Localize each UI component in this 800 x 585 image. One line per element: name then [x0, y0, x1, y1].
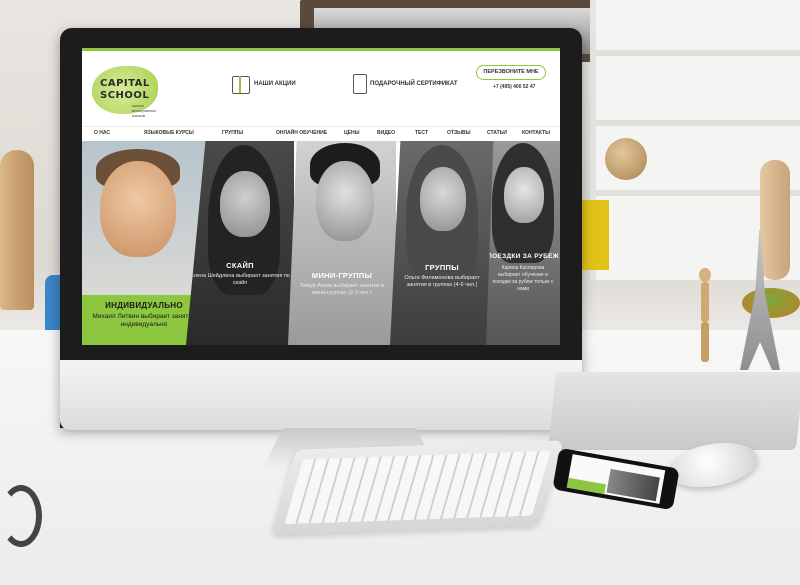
nav-item-articles[interactable]: СТАТЬИ: [487, 130, 507, 136]
panel-abroad[interactable]: ПОЕЗДКИ ЗА РУБЕЖ Карина Каспарова выбира…: [486, 141, 560, 345]
site-logo[interactable]: CAPITAL SCHOOL школа иностранных языков: [92, 66, 158, 118]
panel-title: СКАЙП: [226, 261, 254, 270]
mannequin-head: [699, 268, 711, 282]
panel-description: Карина Каспарова выбирает обучение и пое…: [492, 265, 554, 292]
panel-mini-groups[interactable]: МИНИ-ГРУППЫ Тимур Агеев выбирает занятия…: [288, 141, 396, 345]
keyboard: [271, 440, 564, 535]
logo-line1: CAPITAL: [100, 78, 150, 89]
floor-vase: [0, 150, 34, 310]
fruit-plate: [742, 288, 800, 318]
nav-item-contacts[interactable]: КОНТАКТЫ: [522, 130, 550, 136]
panel-individual[interactable]: ИНДИВИДУАЛЬНО Михаил Литвин выбирает зан…: [82, 141, 206, 345]
gift-icon: [232, 76, 250, 94]
panel-groups[interactable]: ГРУППЫ Ольга Филимонова выбирает занятия…: [390, 141, 494, 345]
panel-title: ПОЕЗДКИ ЗА РУБЕЖ: [487, 253, 559, 260]
panel-description: Михаил Литвин выбирает занятия индивидуа…: [92, 313, 196, 328]
nav-item-reviews[interactable]: ОТЗЫВЫ: [447, 130, 470, 136]
callback-button[interactable]: ПЕРЕЗВОНИТЕ МНЕ: [476, 65, 546, 80]
certificate-link[interactable]: ПОДАРОЧНЫЙ СЕРТИФИКАТ: [370, 81, 458, 87]
person-face: [420, 167, 466, 231]
mannequin-body: [701, 282, 709, 322]
mannequin-leg: [701, 322, 709, 362]
wooden-ornament: [605, 138, 647, 180]
wooden-mannequin: [690, 268, 720, 364]
nav-item-test[interactable]: ТЕСТ: [415, 130, 428, 136]
phone-number[interactable]: +7 (495) 400 52 47: [493, 84, 535, 90]
panel-title: ИНДИВИДУАЛЬНО: [105, 301, 183, 310]
phone-photo: [606, 468, 660, 502]
certificate-icon: [353, 74, 367, 94]
keyboard-keys: [284, 450, 551, 525]
nav-item-prices[interactable]: ЦЕНЫ: [344, 130, 360, 136]
promo-link[interactable]: НАШИ АКЦИИ: [254, 81, 296, 87]
bookcase-shelf: [596, 50, 800, 56]
header-accent-line: [82, 48, 560, 51]
floor-vase-right: [760, 160, 790, 280]
nav-item-video[interactable]: ВИДЕО: [377, 130, 395, 136]
panel-description: Ольга Филимонова выбирает занятия в груп…: [404, 275, 480, 288]
panel-title: МИНИ-ГРУППЫ: [311, 271, 373, 280]
nav-item-groups[interactable]: ГРУППЫ: [222, 130, 243, 136]
logo-line2: SCHOOL: [100, 90, 150, 101]
person-face: [100, 161, 176, 257]
bookcase-shelf: [596, 120, 800, 126]
hero-panels: ИНДИВИДУАЛЬНО Михаил Литвин выбирает зан…: [82, 141, 560, 345]
nav-item-about[interactable]: О НАС: [94, 130, 110, 136]
person-face: [220, 171, 270, 237]
nav-item-courses[interactable]: ЯЗЫКОВЫЕ КУРСЫ: [144, 130, 194, 136]
panel-description: Тимур Агеев выбирает занятия в мини-груп…: [299, 283, 385, 296]
monitor-chin: [60, 360, 582, 430]
cable-coil: [0, 485, 42, 547]
panel-description: Елена Шейдлина выбирает занятия по скайп: [190, 273, 290, 286]
person-face: [316, 161, 374, 241]
phone-green-card: [566, 477, 606, 495]
logo-tagline: школа иностранных языков: [132, 103, 157, 118]
main-nav: О НАС ЯЗЫКОВЫЕ КУРСЫ ГРУППЫ ОНЛАЙН ОБУЧЕ…: [82, 126, 560, 142]
site-header: CAPITAL SCHOOL школа иностранных языков …: [82, 48, 560, 124]
person-face: [504, 167, 544, 223]
nav-item-online[interactable]: ОНЛАЙН ОБУЧЕНИЕ: [276, 130, 327, 136]
panel-title: ГРУППЫ: [425, 263, 459, 272]
website-screen: CAPITAL SCHOOL школа иностранных языков …: [82, 48, 560, 345]
closed-laptop: [547, 372, 800, 450]
